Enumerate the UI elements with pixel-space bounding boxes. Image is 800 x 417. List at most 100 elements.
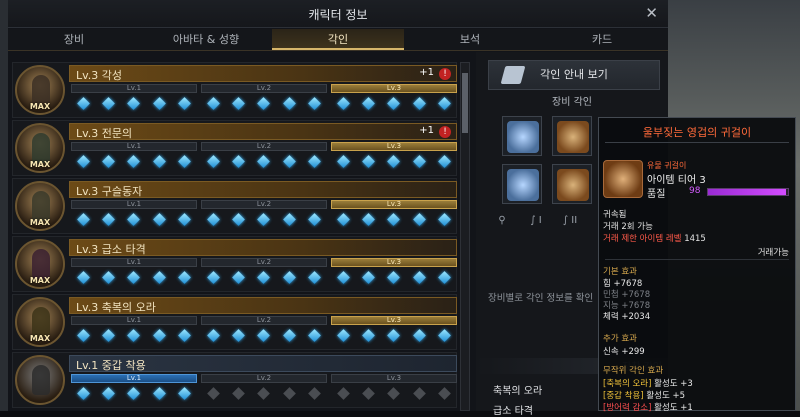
engraving-row[interactable]: MAX Lv.3 축복의 오라 Lv.1 Lv.2 Lv.3 bbox=[12, 294, 457, 350]
node-group bbox=[71, 386, 197, 400]
engraving-node-icon bbox=[232, 328, 246, 342]
level-segment: Lv.1 bbox=[71, 142, 197, 151]
earring-1-slot-icon[interactable]: ∫ I bbox=[522, 212, 550, 230]
scrollbar-thumb[interactable] bbox=[462, 73, 468, 133]
slot-earring[interactable] bbox=[552, 164, 592, 204]
engraving-node-icon bbox=[337, 270, 350, 284]
tab-gems[interactable]: 보석 bbox=[404, 29, 536, 50]
slot-book-1[interactable] bbox=[552, 116, 592, 156]
quality-bar-fill bbox=[708, 189, 787, 195]
book-icon bbox=[500, 66, 526, 84]
req-value: 1415 bbox=[684, 234, 706, 244]
quality-bar bbox=[707, 188, 789, 196]
figure-icon bbox=[32, 365, 50, 395]
node-group bbox=[331, 96, 457, 110]
engraving-node-icon bbox=[257, 386, 271, 400]
tab-equipment[interactable]: 장비 bbox=[8, 29, 140, 50]
tab-cards[interactable]: 카드 bbox=[536, 29, 668, 50]
engraving-row[interactable]: MAX Lv.3 각성 +1! Lv.1 Lv.2 Lv.3 bbox=[12, 62, 457, 118]
engraving-node-icon bbox=[77, 328, 90, 342]
divider bbox=[605, 259, 789, 260]
level-segment: Lv.1 bbox=[71, 258, 197, 267]
engraving-row[interactable]: Lv.1 중갑 착용 Lv.1 Lv.2 Lv.3 bbox=[12, 352, 457, 408]
warning-icon[interactable]: ! bbox=[439, 68, 451, 80]
node-group bbox=[331, 328, 457, 342]
engraving-node-icon bbox=[152, 96, 166, 110]
random-engraving: [중갑 착용] 활성도 +5 bbox=[603, 389, 685, 401]
quality-label: 품질 bbox=[647, 189, 666, 200]
engraving-node-icon bbox=[337, 96, 350, 110]
engraving-node-icon bbox=[412, 212, 426, 226]
engraving-node-icon bbox=[282, 96, 296, 110]
title-bar[interactable]: 캐릭터 정보 ✕ bbox=[8, 0, 668, 28]
stat-vitality: 체력 +2034 bbox=[603, 312, 651, 322]
engraving-node-icon bbox=[412, 386, 426, 400]
engraving-row[interactable]: MAX Lv.3 급소 타격 Lv.1 Lv.2 Lv.3 bbox=[12, 236, 457, 292]
engraving-node-icon bbox=[102, 154, 116, 168]
engraving-portrait-icon: MAX bbox=[15, 181, 65, 231]
engraving-node-icon bbox=[232, 386, 246, 400]
engraving-guide-button[interactable]: 각인 안내 보기 bbox=[488, 60, 660, 90]
engraving-activation: 활성도 +3 bbox=[651, 379, 693, 389]
item-tier: 아이템 티어 3 bbox=[647, 175, 706, 186]
level-segment: Lv.2 bbox=[201, 84, 327, 93]
engraving-node-icon bbox=[207, 212, 220, 226]
engraving-node-icon bbox=[282, 154, 296, 168]
engraving-row[interactable]: MAX Lv.3 전문의 +1! Lv.1 Lv.2 Lv.3 bbox=[12, 120, 457, 176]
tab-engraving[interactable]: 각인 bbox=[272, 29, 404, 50]
stat-swiftness: 신속 +299 bbox=[603, 347, 645, 357]
random-engraving: [방어력 감소] 활성도 +1 bbox=[603, 401, 693, 413]
engraving-node-icon bbox=[387, 386, 401, 400]
level-segment: Lv.1 bbox=[71, 200, 197, 209]
node-group bbox=[331, 386, 457, 400]
engraving-node-icon bbox=[127, 154, 141, 168]
slot-stone[interactable] bbox=[502, 116, 542, 156]
level-segment: Lv.2 bbox=[201, 200, 327, 209]
engraving-node-icon bbox=[102, 386, 116, 400]
engraving-node-icon bbox=[307, 154, 321, 168]
level-segment: Lv.3 bbox=[331, 84, 457, 93]
engraving-node-icon bbox=[152, 154, 166, 168]
engraving-node-icon bbox=[362, 96, 376, 110]
engraving-node-icon bbox=[257, 96, 271, 110]
level-segment: Lv.3 bbox=[331, 374, 457, 383]
earring-2-label: II bbox=[571, 215, 578, 226]
equipment-engraving-title: 장비 각인 bbox=[552, 97, 592, 108]
node-group bbox=[331, 270, 457, 284]
engraving-node-icon bbox=[257, 270, 271, 284]
engraving-list[interactable]: MAX Lv.3 각성 +1! Lv.1 Lv.2 Lv.3 MAX Lv.3 전문의 +1! L… bbox=[12, 62, 457, 411]
node-group bbox=[201, 386, 327, 400]
effect-item: 급소 타격 bbox=[493, 406, 533, 417]
engraving-node-icon bbox=[282, 386, 296, 400]
engraving-node-icon bbox=[387, 212, 401, 226]
close-icon[interactable]: ✕ bbox=[645, 4, 658, 22]
bound-text: 귀속됨 bbox=[603, 210, 627, 220]
engraving-node-icon bbox=[177, 386, 191, 400]
engraving-node-icon bbox=[152, 386, 166, 400]
earring-2-slot-icon[interactable]: ∫ II bbox=[556, 212, 584, 230]
random-engraving-header: 무작위 각인 효과 bbox=[603, 366, 664, 376]
necklace-slot-icon[interactable]: ⚲ bbox=[488, 212, 516, 230]
engraving-node-icon bbox=[362, 386, 376, 400]
engraving-node-icon bbox=[102, 96, 116, 110]
necklace-icon bbox=[507, 169, 539, 201]
node-group bbox=[71, 328, 197, 342]
level-segment: Lv.1 bbox=[71, 374, 197, 383]
max-badge: MAX bbox=[29, 276, 51, 285]
engraving-node-icon bbox=[177, 328, 191, 342]
engraving-node-icon bbox=[437, 386, 451, 400]
earring-1-label: I bbox=[538, 215, 542, 226]
warning-icon[interactable]: ! bbox=[439, 126, 451, 138]
engraving-row[interactable]: MAX Lv.3 구슬동자 Lv.1 Lv.2 Lv.3 bbox=[12, 178, 457, 234]
engraving-name: [축복의 오라] bbox=[603, 379, 652, 389]
level-segment: Lv.3 bbox=[331, 200, 457, 209]
engraving-node-icon bbox=[77, 154, 90, 168]
level-segment: Lv.2 bbox=[201, 316, 327, 325]
engraving-name: Lv.3 축복의 오라 bbox=[76, 301, 156, 314]
scrollbar[interactable] bbox=[460, 62, 470, 411]
figure-icon bbox=[32, 191, 50, 221]
max-badge: MAX bbox=[29, 218, 51, 227]
tab-avatar[interactable]: 아바타 & 성향 bbox=[140, 29, 272, 50]
slot-neck[interactable] bbox=[502, 164, 542, 204]
engraving-portrait-icon: MAX bbox=[15, 239, 65, 289]
